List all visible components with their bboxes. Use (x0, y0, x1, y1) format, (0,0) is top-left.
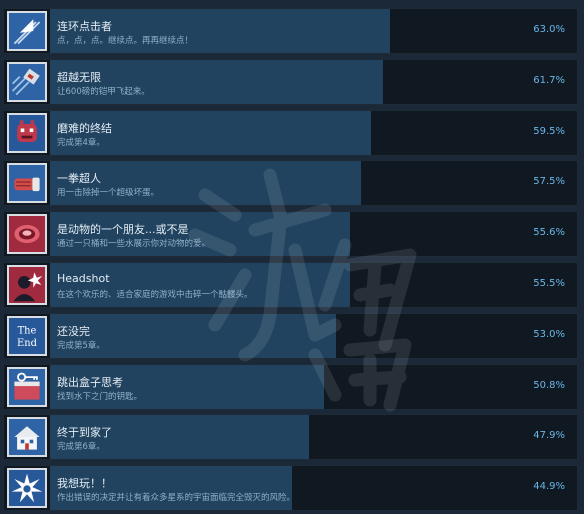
achievement-title: 终于到家了 (57, 426, 112, 440)
unlock-percent: 57.5% (533, 176, 565, 188)
dragon-face-icon (7, 112, 47, 153)
achievement-row[interactable]: 终于到家了 完成第6章。 47.9% (3, 414, 578, 461)
achievement-row[interactable]: The End 还没完 完成第5章。 53.0% (3, 312, 578, 359)
achievement-description: 作出错误的决定并让有着众多星系的宇宙面临完全毁灭的风险。 (57, 493, 296, 504)
achievement-row[interactable]: 磨难的终结 完成第4章。 59.5% (3, 109, 578, 156)
achievement-row[interactable]: 我想玩！！ 作出错误的决定并让有着众多星系的宇宙面临完全毁灭的风险。 44.9% (3, 465, 578, 512)
headshot-icon (7, 265, 47, 305)
unlock-percent: 61.7% (533, 74, 565, 86)
punch-icon (7, 163, 47, 204)
achievement-description: 在这个欢乐的、适合家庭的游戏中击碎一个骷髅头。 (57, 290, 253, 300)
achievement-description: 通过一只桶和一些水展示你对动物的爱。 (57, 239, 211, 250)
unlock-percent: 59.5% (533, 125, 565, 137)
achievement-row[interactable]: 是动物的一个朋友...或不是 通过一只桶和一些水展示你对动物的爱。 55.6% (3, 211, 578, 258)
achievement-title: 磨难的终结 (57, 121, 112, 135)
achievement-title: 还没完 (57, 324, 90, 338)
flying-armor-icon (7, 61, 47, 102)
achievement-description: 完成第5章。 (57, 340, 105, 351)
achievement-row[interactable]: 跳出盒子思考 找到水下之门的钥匙。 50.8% (3, 363, 578, 410)
achievement-description: 完成第4章。 (57, 137, 105, 148)
the-end-icon: The End (7, 315, 47, 356)
key-box-icon (7, 366, 47, 407)
achievement-title: Headshot (57, 272, 110, 285)
achievement-row[interactable]: 超越无限 让600磅的铠甲飞起来。 61.7% (3, 58, 578, 105)
unlock-percent: 55.6% (533, 227, 565, 239)
achievement-row[interactable]: 一拳超人 用一击除掉一个超级坏蛋。 57.5% (3, 160, 578, 207)
achievement-title: 连环点击者 (57, 20, 112, 33)
achievement-title: 我想玩！！ (57, 477, 112, 491)
achievement-list: 连环点击者 点，点，点。继续点。再再继续点！ 63.0% 超越无限 让600磅的… (0, 0, 584, 514)
unlock-percent: 44.9% (533, 481, 565, 493)
explosion-icon (7, 468, 47, 509)
red-barrel-icon (7, 214, 47, 255)
achievement-description: 让600磅的铠甲飞起来。 (57, 86, 150, 97)
achievement-description: 点，点，点。继续点。再再继续点！ (57, 36, 194, 46)
svg-text:The: The (18, 325, 37, 336)
unlock-percent: 47.9% (533, 430, 565, 442)
achievement-title: 一拳超人 (57, 172, 101, 186)
cursor-icon (7, 11, 47, 51)
progress-bar (50, 313, 336, 358)
unlock-percent: 50.8% (533, 379, 565, 391)
unlock-percent: 55.5% (533, 278, 565, 289)
achievement-description: 用一击除掉一个超级坏蛋。 (57, 188, 160, 199)
unlock-percent: 63.0% (533, 24, 565, 35)
achievement-title: 是动物的一个朋友...或不是 (57, 223, 189, 237)
achievement-description: 完成第6章。 (57, 442, 105, 453)
achievement-title: 超越无限 (57, 70, 101, 84)
achievement-description: 找到水下之门的钥匙。 (57, 391, 143, 402)
achievement-title: 跳出盒子思考 (57, 375, 123, 389)
house-icon (7, 417, 47, 458)
achievement-row[interactable]: Headshot 在这个欢乐的、适合家庭的游戏中击碎一个骷髅头。 55.5% (3, 262, 578, 308)
unlock-percent: 53.0% (533, 328, 565, 340)
achievement-row[interactable]: 连环点击者 点，点，点。继续点。再再继续点！ 63.0% (3, 8, 578, 54)
progress-bar (50, 263, 350, 307)
svg-text:End: End (17, 338, 38, 349)
